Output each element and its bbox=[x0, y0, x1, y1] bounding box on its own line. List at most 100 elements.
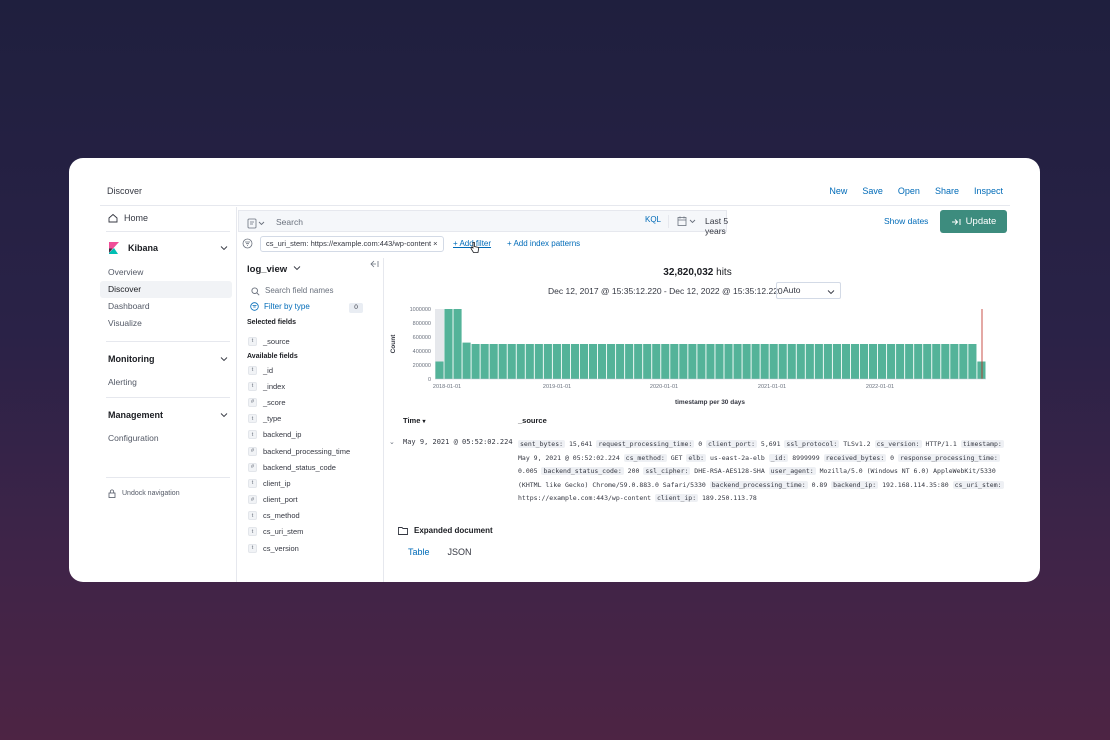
histogram-bar bbox=[896, 344, 905, 379]
nav-item-dashboard[interactable]: Dashboard bbox=[100, 298, 236, 315]
field-item[interactable]: t client_ip bbox=[248, 475, 350, 491]
histogram-bar bbox=[552, 344, 561, 379]
field-item[interactable]: t cs_uri_stem bbox=[248, 524, 350, 540]
saved-query-menu[interactable] bbox=[247, 216, 267, 234]
tab-json[interactable]: JSON bbox=[448, 547, 472, 557]
field-item[interactable]: # backend_processing_time bbox=[248, 443, 350, 459]
nav-home-label: Home bbox=[124, 213, 149, 223]
nav-group-management-header[interactable]: Management bbox=[100, 405, 236, 425]
filter-by-type-label: Filter by type bbox=[264, 302, 310, 311]
tab-table[interactable]: Table bbox=[408, 547, 430, 557]
nav-group-monitoring-header[interactable]: Monitoring bbox=[100, 349, 236, 369]
filter-count-badge: 0 bbox=[349, 303, 363, 313]
filter-icon[interactable] bbox=[242, 238, 253, 249]
nav-item-visualize[interactable]: Visualize bbox=[100, 315, 236, 332]
filter-pill-label: cs_uri_stem: https://example.com:443/wp-… bbox=[266, 239, 432, 248]
x-tick-label: 2020-01-01 bbox=[650, 384, 678, 390]
nav-item-discover[interactable]: Discover bbox=[100, 281, 232, 298]
new-button[interactable]: New bbox=[829, 186, 847, 196]
row-expand-chevron-icon[interactable]: ⌄ bbox=[389, 438, 395, 446]
histogram-bar bbox=[543, 344, 552, 379]
add-index-patterns-link[interactable]: + Add index patterns bbox=[507, 239, 580, 248]
source-value: 0 bbox=[886, 453, 899, 462]
source-key: cs_uri_stem: bbox=[952, 480, 1004, 489]
histogram-bar bbox=[968, 344, 977, 379]
chevron-down-icon bbox=[293, 266, 301, 271]
field-item[interactable]: t cs_method bbox=[248, 508, 350, 524]
interval-select[interactable]: Auto bbox=[776, 282, 841, 299]
column-header-time[interactable]: Time ▾ bbox=[403, 416, 425, 425]
field-item[interactable]: # client_port bbox=[248, 492, 350, 508]
chevron-down-icon bbox=[220, 413, 228, 418]
y-tick-label: 400000 bbox=[413, 349, 431, 355]
histogram-bar bbox=[706, 344, 715, 379]
histogram-bar bbox=[697, 344, 706, 379]
available-fields-list: t _id t _index # _score t _type t backend_ip … bbox=[248, 362, 350, 556]
histogram-bar bbox=[597, 344, 607, 379]
field-search[interactable]: Search field names bbox=[247, 283, 371, 299]
histogram-bar bbox=[525, 344, 534, 379]
save-button[interactable]: Save bbox=[862, 186, 883, 196]
index-pattern-selector[interactable]: log_view bbox=[247, 264, 301, 275]
update-button[interactable]: Update bbox=[940, 210, 1007, 233]
undock-navigation[interactable]: Undock navigation bbox=[108, 489, 180, 498]
field-item[interactable]: t backend_ip bbox=[248, 427, 350, 443]
field-item[interactable]: t _type bbox=[248, 411, 350, 427]
nav-divider bbox=[106, 341, 230, 342]
filter-bar: cs_uri_stem: https://example.com:443/wp-… bbox=[238, 235, 1010, 257]
kibana-discover-app: Discover New Save Open Share Inspect Hom… bbox=[100, 178, 1010, 582]
field-type-icon: # bbox=[248, 495, 257, 505]
field-item[interactable]: # _score bbox=[248, 394, 350, 410]
undock-navigation-label: Undock navigation bbox=[122, 490, 180, 497]
histogram-bar bbox=[724, 344, 733, 379]
histogram-bar bbox=[977, 361, 986, 379]
close-icon[interactable]: × bbox=[433, 239, 437, 248]
field-item[interactable]: t cs_version bbox=[248, 540, 350, 556]
available-fields-title: Available fields bbox=[247, 353, 298, 360]
histogram-bar bbox=[498, 344, 507, 379]
home-icon bbox=[108, 213, 118, 223]
chevron-down-icon bbox=[220, 357, 228, 362]
histogram-bar bbox=[941, 344, 950, 379]
histogram-bar bbox=[561, 344, 570, 379]
filter-by-type[interactable]: Filter by type bbox=[250, 302, 310, 311]
field-name: _source bbox=[263, 336, 290, 346]
column-header-source[interactable]: _source bbox=[518, 416, 547, 425]
field-item[interactable]: t _id bbox=[248, 362, 350, 378]
source-key: ssl_cipher: bbox=[643, 467, 691, 476]
source-value: 200 bbox=[623, 467, 644, 476]
date-picker[interactable]: Last 5 years bbox=[669, 213, 729, 236]
filter-pill[interactable]: cs_uri_stem: https://example.com:443/wp-… bbox=[260, 236, 444, 252]
source-value: https://example.com:443/wp-content bbox=[518, 494, 655, 503]
field-item[interactable]: t _index bbox=[248, 378, 350, 394]
nav-item-overview[interactable]: Overview bbox=[100, 264, 236, 281]
histogram-bar bbox=[570, 344, 580, 379]
histogram-bar bbox=[625, 344, 634, 379]
histogram-bar bbox=[670, 344, 679, 379]
field-name: _id bbox=[263, 365, 274, 375]
show-dates-link[interactable]: Show dates bbox=[884, 216, 928, 226]
inspect-button[interactable]: Inspect bbox=[974, 186, 1003, 196]
kibana-screenshot-card: Discover New Save Open Share Inspect Hom… bbox=[69, 158, 1040, 582]
nav-item-alerting[interactable]: Alerting bbox=[100, 374, 236, 391]
x-tick-label: 2018-01-01 bbox=[433, 384, 461, 390]
search-input[interactable]: Search bbox=[276, 217, 303, 227]
histogram-bar bbox=[679, 344, 688, 379]
share-button[interactable]: Share bbox=[935, 186, 959, 196]
source-key: backend_ip: bbox=[831, 480, 879, 489]
source-key: client_port: bbox=[706, 440, 757, 448]
open-button[interactable]: Open bbox=[898, 186, 920, 196]
collapse-sidebar-icon[interactable] bbox=[370, 260, 379, 268]
nav-home[interactable]: Home bbox=[108, 213, 148, 223]
histogram-bar bbox=[959, 344, 968, 379]
kql-toggle[interactable]: KQL bbox=[639, 215, 669, 228]
nav-group-kibana-header[interactable]: Kibana bbox=[100, 238, 236, 258]
field-item[interactable]: # backend_status_code bbox=[248, 459, 350, 475]
source-value: 0.005 bbox=[518, 467, 542, 476]
nav-item-configuration[interactable]: Configuration bbox=[100, 430, 236, 447]
histogram-bar bbox=[923, 344, 932, 379]
source-value: 189.250.113.78 bbox=[698, 494, 757, 503]
nav-group-monitoring-label: Monitoring bbox=[108, 354, 155, 364]
field-item[interactable]: t _source bbox=[248, 333, 290, 349]
field-search-input[interactable]: Search field names bbox=[265, 286, 333, 295]
